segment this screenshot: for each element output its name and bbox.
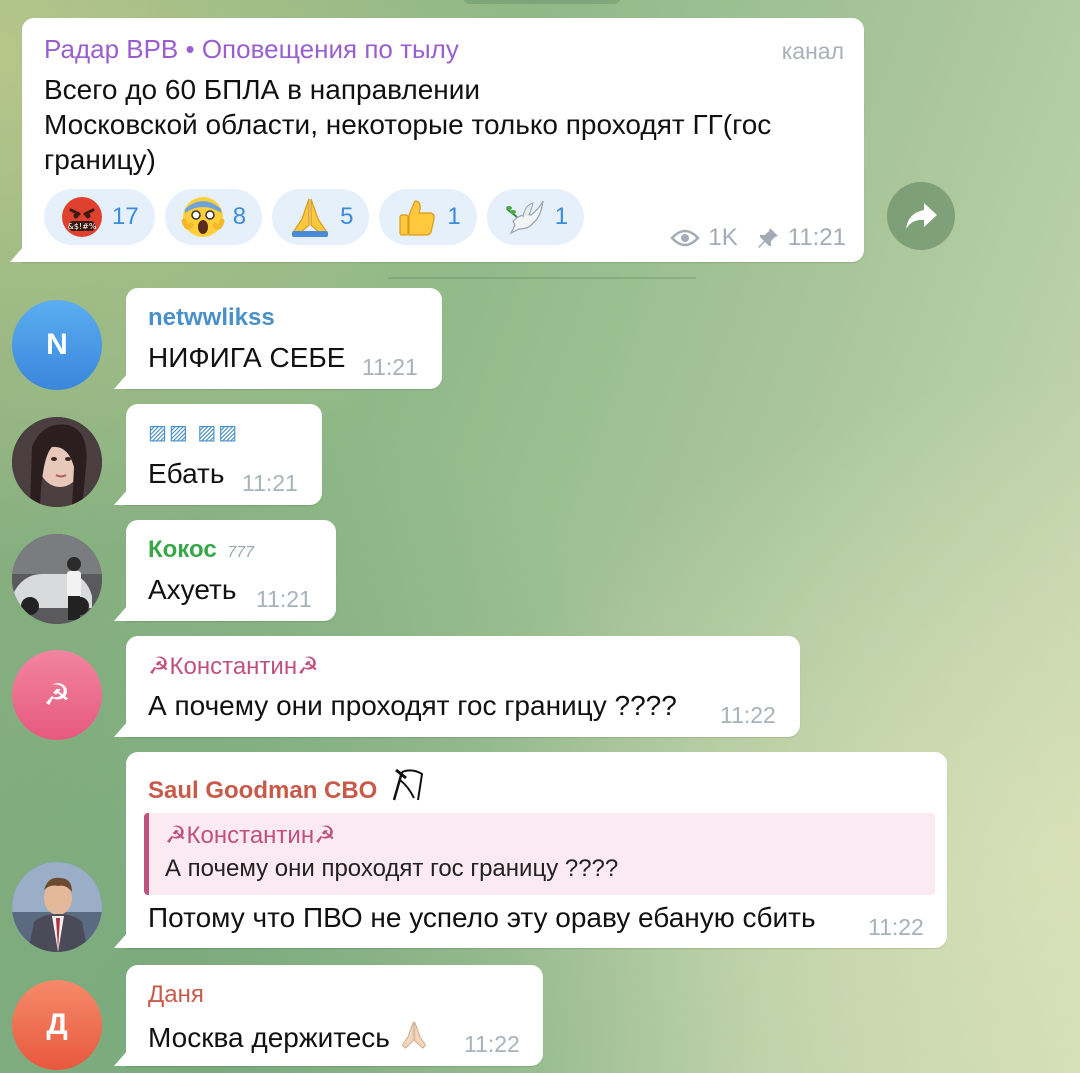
view-count: 1K (708, 224, 738, 251)
message-bubble[interactable]: Saul Goodman CBO ☭Константин☭ А почему о… (114, 752, 947, 948)
avatar[interactable]: ☭ (12, 650, 102, 740)
channel-post-time: 11:21 (787, 224, 846, 251)
message-time: 11:21 (242, 470, 298, 496)
share-arrow-icon (906, 203, 937, 229)
reply-text: А почему они проходят гос границу ???? (165, 855, 619, 882)
avatar[interactable]: N (12, 300, 102, 390)
message-bubble[interactable]: netwwlikss НИФИГА СЕБЕ 11:21 (114, 288, 442, 389)
scroll-date-pill (462, 0, 622, 4)
flag-sticker-icon (392, 768, 424, 801)
message-bubble[interactable]: ☭Константин☭ А почему они проходят гос г… (114, 636, 800, 737)
sender-name-wrap[interactable]: Saul Goodman CBO (148, 768, 428, 805)
sender-name: Saul Goodman CBO (148, 777, 378, 804)
sender-name[interactable]: ☭Константин☭ (148, 652, 319, 681)
message-text: Ебать (148, 458, 225, 489)
sender-name-wrap[interactable]: Кокос 777 (148, 536, 254, 564)
profile-photo (12, 534, 102, 624)
avatar[interactable] (12, 862, 102, 952)
avatar-letter: Д (46, 1008, 68, 1041)
message-bubble[interactable]: Кокос 777 Ахуеть 11:21 (114, 520, 336, 621)
dove-icon (505, 200, 544, 235)
reaction-count: 17 (112, 203, 139, 230)
message-time: 11:22 (868, 914, 924, 940)
reaction-count: 1 (447, 203, 461, 230)
reactions-bar: &$!#% 17 8 5 1 1 (44, 189, 585, 245)
message-text: Москва держитесь (148, 1022, 390, 1053)
sender-name[interactable]: netwwlikss (148, 304, 275, 332)
folded-hands-icon (401, 1021, 426, 1049)
message-text: Потому что ПВО не успело эту ораву ебану… (148, 902, 816, 933)
message-time: 11:21 (362, 354, 418, 380)
folded-hands-icon (292, 198, 329, 237)
avatar[interactable] (12, 417, 102, 507)
profile-photo (12, 862, 102, 952)
post-text-line: Всего до 60 БПЛА в направлении (44, 74, 481, 105)
avatar-letter: N (46, 328, 68, 361)
message-text: Ахуеть (148, 574, 237, 605)
sender-name[interactable]: ▨▨ ▨▨ (148, 420, 239, 445)
message-bubble[interactable]: Даня Москва держитесь 11:22 (114, 965, 543, 1066)
reaction-count: 8 (232, 203, 247, 230)
reaction-count: 5 (340, 203, 354, 230)
reply-quote[interactable]: ☭Константин☭ А почему они проходят гос г… (144, 813, 935, 895)
sender-name[interactable]: Даня (148, 981, 204, 1009)
channel-post-meta: 1K 11:21 (670, 224, 846, 252)
reaction-count: 1 (554, 203, 569, 230)
sender-name: Кокос (148, 536, 217, 563)
channel-title[interactable]: Радар ВРВ • Оповещения по тылу (44, 34, 459, 65)
angry-cursing-face-icon: &$!#% (62, 197, 102, 237)
message-text: А почему они проходят гос границу ???? (148, 690, 677, 721)
avatar[interactable] (12, 534, 102, 624)
thumbs-up-icon (399, 200, 436, 236)
reaction-thumbs-up[interactable]: 1 (379, 189, 477, 245)
sender-badge: 777 (227, 544, 255, 561)
post-text-line: Московской области, некоторые только про… (44, 109, 772, 140)
message-time: 11:22 (464, 1031, 520, 1057)
pin-icon (757, 228, 778, 248)
reaction-angry[interactable]: &$!#% 17 (44, 189, 155, 245)
reaction-dove[interactable]: 1 (486, 189, 585, 245)
svg-text:&$!#%: &$!#% (68, 222, 97, 231)
avatar[interactable]: Д (12, 980, 102, 1070)
message-text-wrap: Москва держитесь (148, 1019, 430, 1054)
divider (388, 277, 696, 279)
hammer-sickle-icon: ☭ (43, 678, 71, 712)
profile-photo (12, 417, 102, 507)
reaction-pray[interactable]: 5 (272, 189, 370, 245)
channel-post-text: Всего до 60 БПЛА в направлении Московско… (44, 72, 844, 177)
post-text-line: границу) (44, 144, 156, 175)
message-bubble[interactable]: ▨▨ ▨▨ Ебать 11:21 (114, 404, 322, 505)
channel-label: канал (781, 38, 844, 64)
eye-icon (670, 229, 701, 247)
reply-sender: ☭Константин☭ (165, 822, 336, 849)
screaming-face-icon (181, 197, 225, 237)
channel-post-bubble[interactable]: Радар ВРВ • Оповещения по тылу канал Все… (10, 18, 864, 262)
message-time: 11:22 (720, 702, 776, 728)
forward-button[interactable] (887, 182, 955, 250)
reaction-scream[interactable]: 8 (164, 189, 263, 245)
message-time: 11:21 (256, 586, 312, 612)
message-text: НИФИГА СЕБЕ (148, 342, 346, 373)
